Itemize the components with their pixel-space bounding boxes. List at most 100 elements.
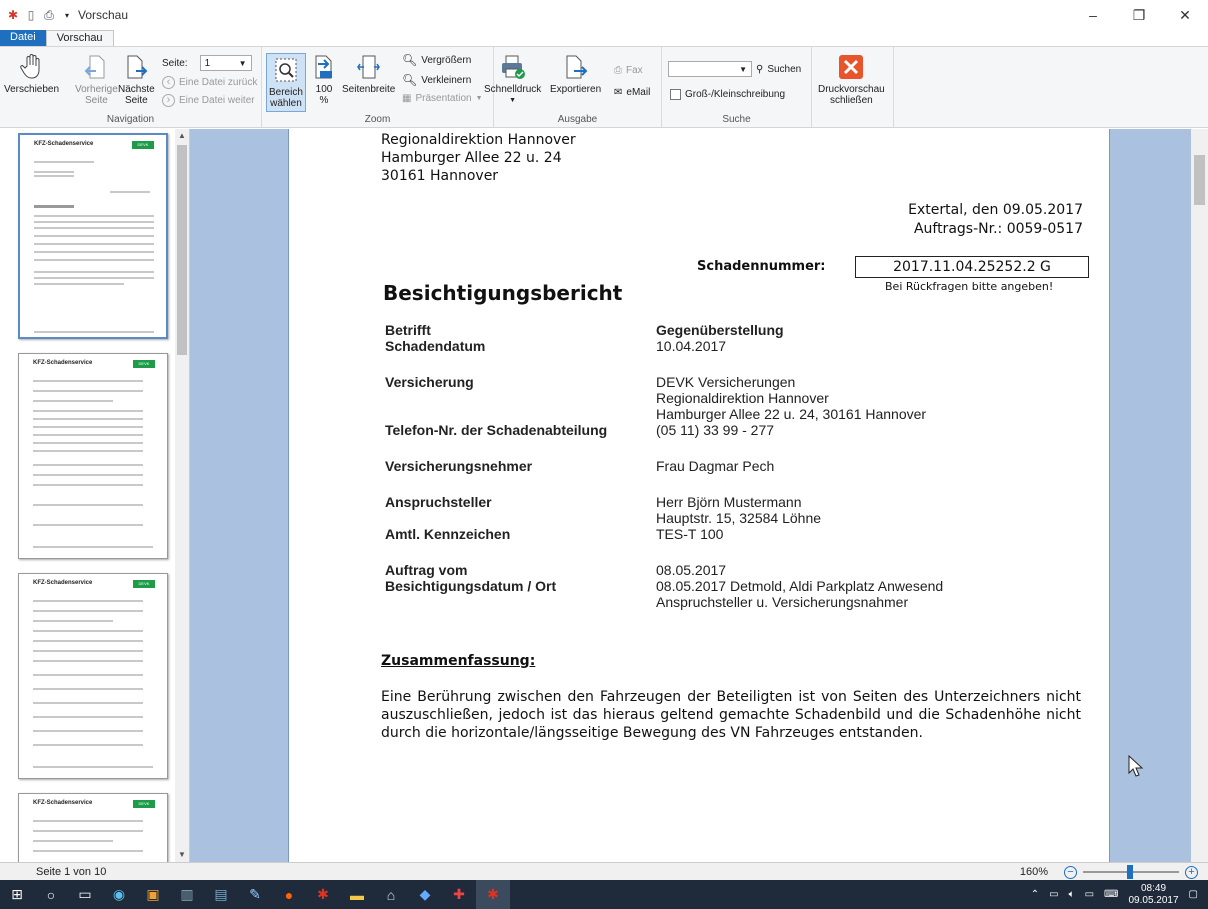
thumbnail-scrollbar[interactable]: ▲ ▼ <box>175 129 189 862</box>
close-button[interactable]: ✕ <box>1162 0 1208 30</box>
report-row-value: 10.04.2017 <box>656 338 727 354</box>
address-line: 30161 Hannover <box>381 168 499 184</box>
ribbon-tabs: Datei Vorschau <box>0 30 1208 46</box>
maximize-button[interactable]: ❐ <box>1116 0 1162 30</box>
system-tray: ⌃ ▭ 🔈︎ ▭ ⌨ 08:49 09.05.2017 ▢ <box>1031 880 1208 909</box>
druckvorschau-schliessen-button[interactable]: Druckvorschau schließen <box>818 53 885 106</box>
suchen-button[interactable]: Suchen <box>767 64 801 75</box>
report-row-value: Regionaldirektion Hannover <box>656 390 829 406</box>
outlook-icon[interactable]: ▣ <box>136 880 170 909</box>
editor-icon[interactable]: ✎ <box>238 880 272 909</box>
naechste-label-2: Seite <box>124 95 148 106</box>
seite-value: 1 <box>204 57 211 69</box>
seitenbreite-button[interactable]: Seitenbreite <box>342 53 395 95</box>
puzzle-icon[interactable]: ✚ <box>442 880 476 909</box>
app-logo-icon[interactable]: ✱ <box>306 880 340 909</box>
thumbnail-scroll-thumb[interactable] <box>177 145 187 355</box>
task-view-icon[interactable]: ▭ <box>68 880 102 909</box>
windows-start-icon[interactable]: ⊞ <box>0 880 34 909</box>
report-row-key <box>385 510 656 526</box>
group-zoom: Bereich wählen 100 % Seitenbreite 🔍︎ Ver… <box>262 47 494 127</box>
thumbnail-title: KFZ-Schadenservice <box>33 580 93 586</box>
thumbnail-page-1[interactable]: KFZ-Schadenservice DEVK <box>18 133 168 339</box>
zoom-100-button[interactable]: 100 % <box>310 53 338 106</box>
zoom-slider[interactable] <box>1083 865 1179 879</box>
thumbnail-page-3[interactable]: KFZ-Schadenservice DEVK <box>18 573 168 779</box>
tray-expand-icon[interactable]: ⌃ <box>1031 889 1039 900</box>
naechste-seite-button[interactable]: Nächste Seite <box>118 53 155 106</box>
app-icon[interactable]: ▥ <box>170 880 204 909</box>
schadennummer-hint: Bei Rückfragen bitte angeben! <box>885 280 1054 293</box>
book-icon[interactable]: ◆ <box>408 880 442 909</box>
address-line: Hamburger Allee 22 u. 24 <box>381 150 562 166</box>
tab-datei[interactable]: Datei <box>0 30 46 46</box>
report-row-key <box>385 406 656 422</box>
zoom-control: 160% − + <box>1020 863 1198 881</box>
fax-label: Fax <box>626 65 643 76</box>
building-icon[interactable]: ⌂ <box>374 880 408 909</box>
display-icon[interactable]: ▭ <box>1085 889 1094 900</box>
seite-dropdown[interactable]: 1 ▼ <box>199 55 252 71</box>
seite-label: Seite: <box>162 57 188 69</box>
network-app-icon[interactable]: ▤ <box>204 880 238 909</box>
report-row: Anspruchsteller u. Versicherungsnahmer <box>385 594 1085 610</box>
schnelldruck-button[interactable]: Schnelldruck ▼ <box>484 53 541 106</box>
preview-scroll-thumb[interactable] <box>1194 155 1205 205</box>
zoom-100-label-2: % <box>319 95 329 106</box>
notification-icon[interactable]: ▢ <box>1189 889 1198 900</box>
vergroessern-button[interactable]: 🔍︎ Vergrößern <box>402 53 471 67</box>
report-row: Auftrag vom 08.05.2017 <box>385 562 1085 578</box>
scroll-up-icon[interactable]: ▲ <box>175 129 189 143</box>
print-icon[interactable]: ⎙ <box>42 8 56 22</box>
eine-datei-zurueck-button[interactable]: ‹ Eine Datei zurück <box>162 76 257 89</box>
new-page-icon[interactable]: ▯ <box>24 8 38 22</box>
thumbnail-title: KFZ-Schadenservice <box>33 800 93 806</box>
zoom-slider-knob[interactable] <box>1127 865 1133 879</box>
clock[interactable]: 08:49 09.05.2017 <box>1128 883 1178 907</box>
ribbon: Verschieben Vorherige Seite Nächste Seit… <box>0 46 1208 128</box>
vorherige-seite-button[interactable]: Vorherige Seite <box>75 53 118 106</box>
search-icon[interactable]: ○ <box>34 880 68 909</box>
schadennummer-label: Schadennummer: <box>697 259 826 274</box>
tab-vorschau[interactable]: Vorschau <box>45 30 114 46</box>
recipient-address: Regionaldirektion Hannover Hamburger All… <box>381 131 576 185</box>
report-row-value: Herr Björn Mustermann <box>656 494 802 510</box>
browser-icon[interactable]: ◉ <box>102 880 136 909</box>
praesentation-button[interactable]: ▦ Präsentation ▼ <box>402 93 483 104</box>
customize-dropdown-icon[interactable]: ▾ <box>60 8 74 22</box>
report-row-value: Gegenüberstellung <box>656 322 784 338</box>
vergroessern-label: Vergrößern <box>421 54 472 66</box>
verkleinern-button[interactable]: 🔍︎ Verkleinern <box>402 73 471 87</box>
bereich-waehlen-button[interactable]: Bereich wählen <box>266 53 306 112</box>
fax-icon: ⎙ <box>614 65 622 76</box>
search-dropdown[interactable]: ▼ <box>668 61 752 77</box>
scroll-down-icon[interactable]: ▼ <box>175 848 189 862</box>
firefox-icon[interactable]: ● <box>272 880 306 909</box>
eine-datei-weiter-button[interactable]: › Eine Datei weiter <box>162 94 255 107</box>
thumbnail-page-4[interactable]: KFZ-Schadenservice DEVK <box>18 793 168 862</box>
zoom-in-button[interactable]: + <box>1185 865 1198 879</box>
folder-icon[interactable]: ▬ <box>340 880 374 909</box>
report-row: Anspruchsteller Herr Björn Mustermann <box>385 494 1085 510</box>
thumbnail-page-2[interactable]: KFZ-Schadenservice DEVK <box>18 353 168 559</box>
thumbnail-title: KFZ-Schadenservice <box>33 360 93 366</box>
circle-arrow-left-icon: ‹ <box>162 76 175 89</box>
network-icon[interactable]: ▭ <box>1049 889 1058 900</box>
exportieren-button[interactable]: Exportieren <box>550 53 601 95</box>
email-button[interactable]: ✉ eMail <box>614 87 650 98</box>
verschieben-button[interactable]: Verschieben <box>4 53 59 95</box>
active-app-icon[interactable]: ✱ <box>476 880 510 909</box>
zoom-out-button[interactable]: − <box>1064 865 1077 879</box>
gross-klein-checkbox[interactable] <box>670 89 681 100</box>
schnelldruck-label: Schnelldruck <box>484 84 542 95</box>
report-row-key: Amtl. Kennzeichen <box>385 526 511 542</box>
report-row-value: Anspruchsteller u. Versicherungsnahmer <box>656 594 909 610</box>
keyboard-icon[interactable]: ⌨ <box>1104 889 1118 900</box>
fax-button[interactable]: ⎙ Fax <box>614 65 643 76</box>
minimize-button[interactable]: – <box>1070 0 1116 30</box>
summary-heading: Zusammenfassung: <box>381 653 536 669</box>
preview-scrollbar[interactable] <box>1191 129 1208 862</box>
report-row-value: 08.05.2017 <box>656 562 727 578</box>
report-row-key: Besichtigungsdatum / Ort <box>385 578 557 594</box>
volume-icon[interactable]: 🔈︎ <box>1069 889 1075 900</box>
